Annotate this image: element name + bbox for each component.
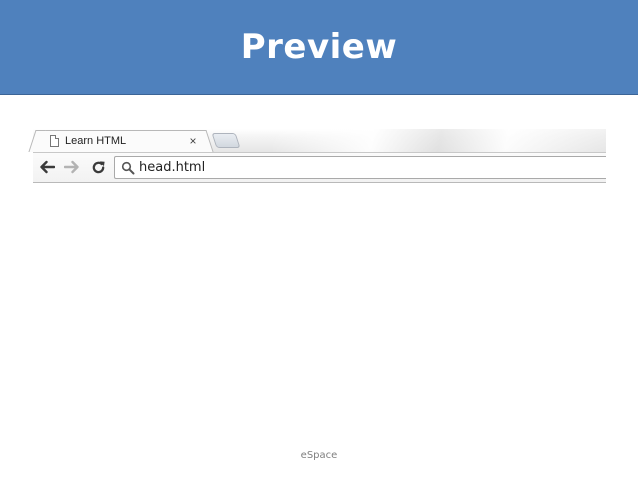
- reload-button[interactable]: [89, 158, 107, 176]
- back-button[interactable]: [38, 158, 56, 176]
- address-bar[interactable]: [114, 156, 606, 179]
- tab-title: Learn HTML: [65, 135, 127, 147]
- browser-toolbar: [33, 152, 606, 183]
- browser-window: Learn HTML ×: [33, 129, 606, 183]
- tab-close-icon[interactable]: ×: [186, 134, 200, 148]
- tab-learn-html[interactable]: Learn HTML ×: [37, 130, 205, 152]
- new-tab-button[interactable]: [211, 133, 241, 148]
- page-icon: [50, 135, 59, 147]
- reload-icon: [92, 160, 105, 173]
- search-icon: [121, 161, 135, 175]
- tab-strip-background: [273, 129, 606, 152]
- url-input[interactable]: [139, 158, 589, 177]
- forward-arrow-icon: [64, 160, 79, 174]
- back-arrow-icon: [40, 160, 55, 174]
- forward-button[interactable]: [63, 158, 81, 176]
- slide-title: Preview: [240, 27, 398, 67]
- tab-strip: Learn HTML ×: [33, 129, 606, 152]
- slide-title-banner: Preview: [0, 0, 638, 95]
- slide-footer: eSpace: [300, 450, 338, 461]
